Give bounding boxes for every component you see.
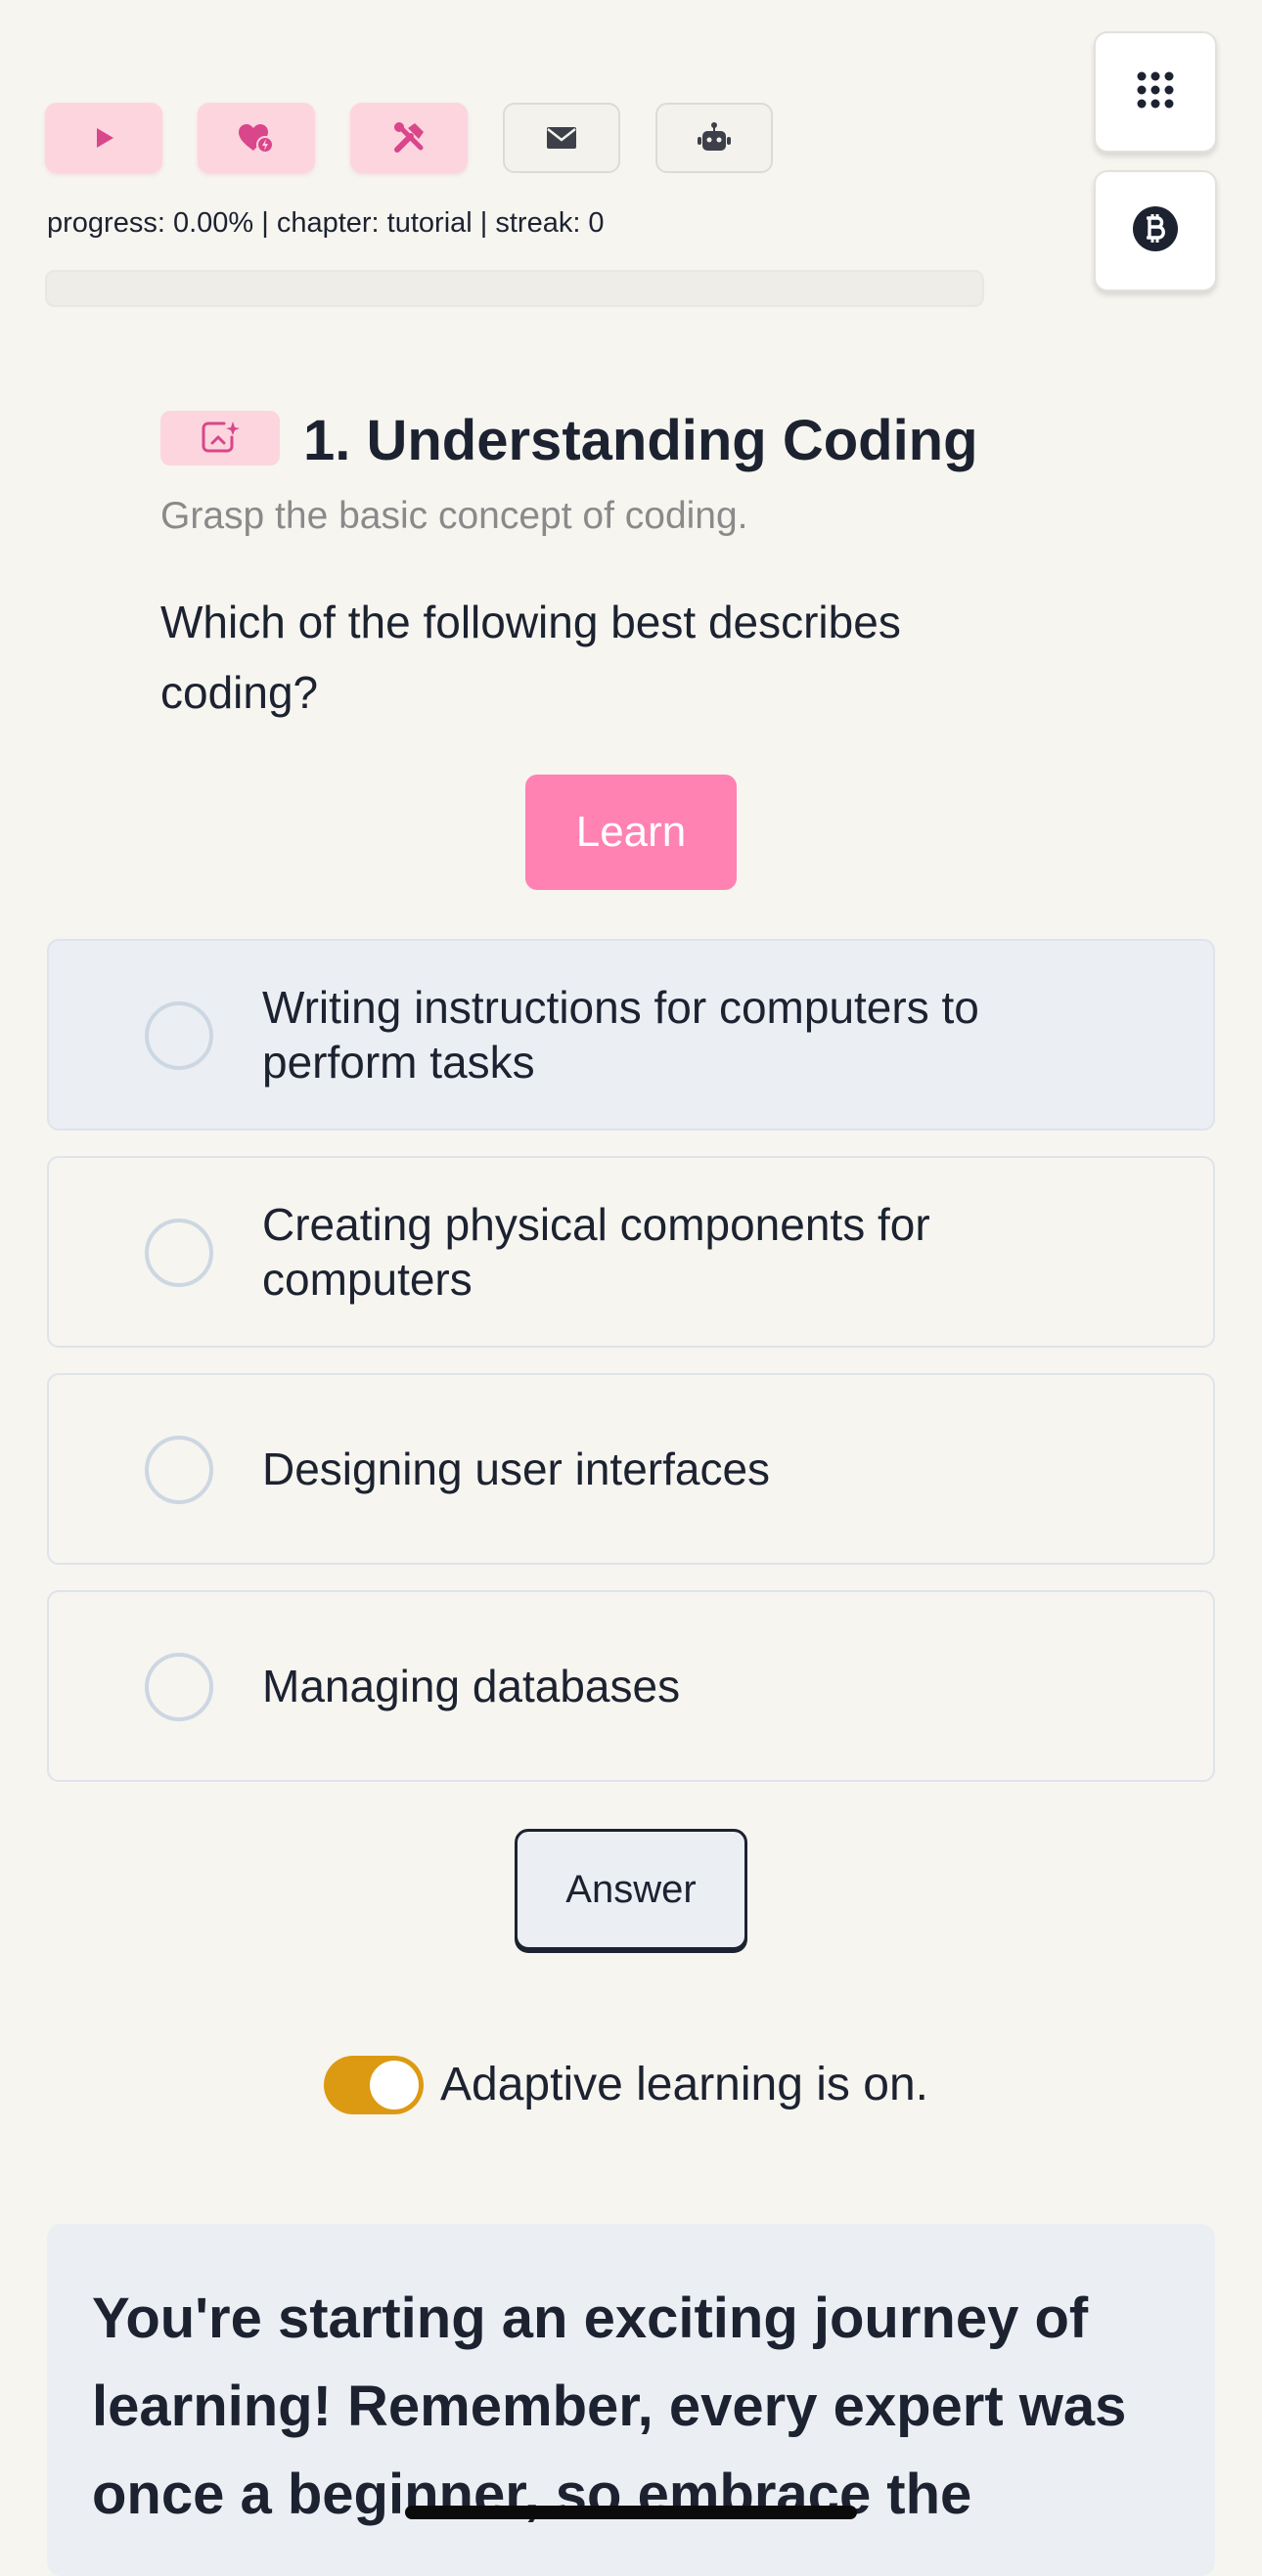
tools-button[interactable] [350,103,468,173]
option-label: Managing databases [262,1661,681,1711]
option-label: Designing user interfaces [262,1443,771,1494]
menu-button[interactable] [1094,31,1217,153]
encouragement-text: You're starting an exciting journey of l… [92,2287,1127,2526]
status-line: progress: 0.00% | chapter: tutorial | st… [47,207,605,239]
lesson-badge [160,411,280,466]
answer-option-1[interactable]: Writing instructions for computers to pe… [47,939,1215,1131]
grid-menu-icon [1136,70,1175,114]
favorites-button[interactable] [198,103,315,173]
radio-button[interactable] [145,1653,213,1721]
play-button[interactable] [45,103,162,173]
radio-button[interactable] [145,1219,213,1287]
toggle-knob [370,2061,419,2110]
sparkle-image-icon [201,420,240,458]
adaptive-learning-toggle[interactable] [324,2056,424,2114]
answer-option-4[interactable]: Managing databases [47,1590,1215,1782]
home-indicator[interactable] [405,2506,857,2519]
heart-bolt-icon [237,121,276,155]
encouragement-card: You're starting an exciting journey of l… [47,2224,1215,2576]
radio-button[interactable] [145,1001,213,1070]
mail-button[interactable] [503,103,620,173]
answer-option-2[interactable]: Creating physical components for compute… [47,1156,1215,1348]
progress-bar [45,270,984,307]
option-label: Creating physical components for compute… [262,1199,930,1305]
assistant-button[interactable] [655,103,773,173]
lesson-subtitle: Grasp the basic concept of coding. [160,495,748,537]
answer-button[interactable]: Answer [515,1829,747,1950]
tools-icon [391,120,427,155]
option-label: Writing instructions for computers to pe… [262,982,979,1088]
play-icon [90,124,117,152]
lesson-title: 1. Understanding Coding [303,409,978,472]
adaptive-learning-label: Adaptive learning is on. [440,2059,928,2110]
radio-button[interactable] [145,1436,213,1504]
question-text: Which of the following best describes co… [160,597,901,718]
coin-button[interactable] [1094,170,1217,291]
bitcoin-icon [1132,205,1179,257]
robot-icon [697,122,732,154]
answer-option-3[interactable]: Designing user interfaces [47,1373,1215,1565]
mail-icon [546,126,577,150]
learn-button[interactable]: Learn [525,775,737,890]
